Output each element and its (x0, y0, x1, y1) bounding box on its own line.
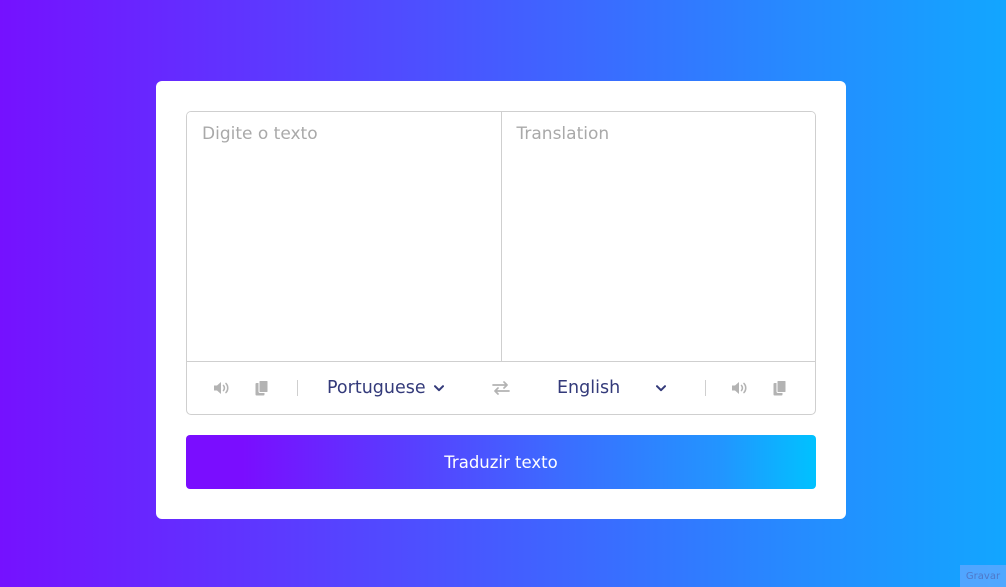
copy-icon[interactable] (770, 378, 790, 398)
volume-icon[interactable] (212, 378, 232, 398)
translate-button[interactable]: Traduzir texto (186, 435, 816, 489)
chevron-down-icon (433, 384, 444, 392)
from-language-label: Portuguese (327, 378, 426, 398)
copy-icon[interactable] (252, 378, 272, 398)
record-label: Gravar (965, 570, 1001, 582)
text-areas (187, 112, 815, 362)
to-language-label: English (557, 378, 621, 398)
source-text-input[interactable] (187, 112, 502, 361)
to-language-select[interactable]: English (557, 374, 667, 402)
volume-icon[interactable] (730, 378, 750, 398)
translation-output[interactable] (501, 112, 815, 361)
translator-card: Portuguese English (156, 81, 846, 519)
divider (705, 380, 706, 396)
translate-button-label: Traduzir texto (444, 452, 558, 472)
record-widget[interactable]: Gravar (960, 565, 1006, 587)
from-language-select[interactable]: Portuguese (327, 374, 444, 402)
divider (297, 380, 298, 396)
chevron-down-icon (656, 384, 667, 392)
controls-row: Portuguese English (187, 362, 815, 414)
swap-icon[interactable] (491, 378, 511, 398)
translation-box: Portuguese English (186, 111, 816, 415)
